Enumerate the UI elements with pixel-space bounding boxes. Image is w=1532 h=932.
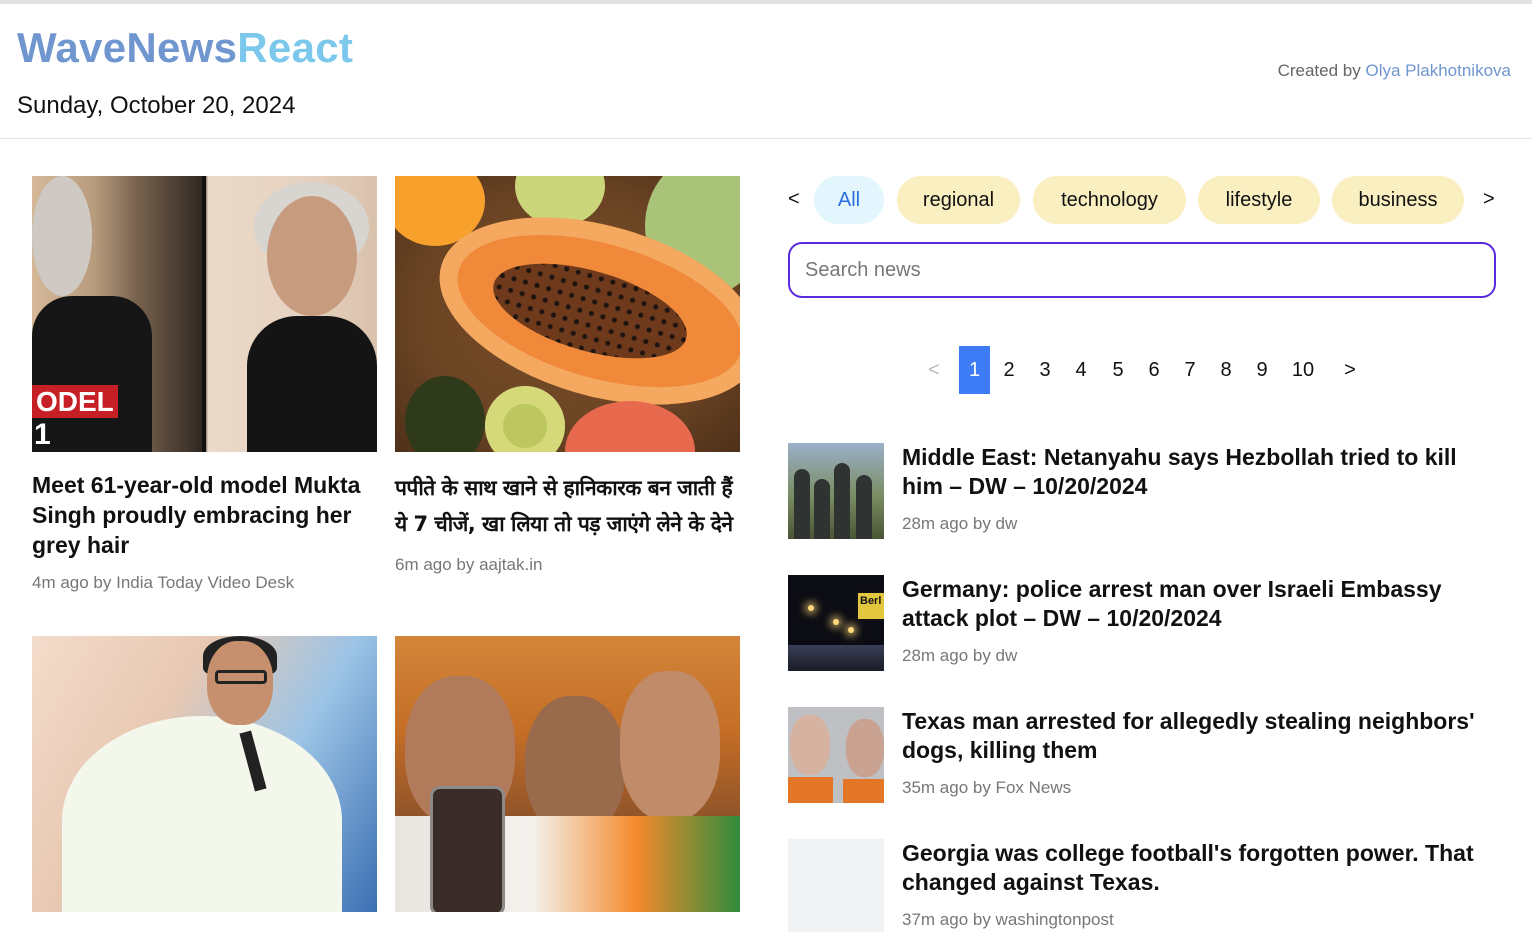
list-thumbnail-placeholder[interactable] — [788, 839, 884, 932]
author-link[interactable]: Olya Plakhotnikova — [1365, 61, 1511, 80]
image-overlay-number: 1 — [34, 418, 51, 451]
page-4[interactable]: 4 — [1069, 346, 1093, 394]
tab-all[interactable]: All — [814, 176, 884, 224]
list-item[interactable]: Georgia was college football's forgotten… — [788, 839, 1498, 932]
site-logo[interactable]: WaveNewsReact — [17, 24, 353, 72]
tab-lifestyle[interactable]: lifestyle — [1198, 176, 1320, 224]
page-1[interactable]: 1 — [959, 346, 990, 394]
tabs-next-arrow[interactable]: > — [1483, 188, 1495, 211]
featured-card[interactable]: पपीते के साथ खाने से हानिकारक बन जाती है… — [395, 176, 740, 575]
author-credit: Created by Olya Plakhotnikova — [1277, 61, 1511, 80]
search-input[interactable] — [788, 242, 1496, 298]
list-item-title[interactable]: Texas man arrested for allegedly stealin… — [902, 707, 1498, 765]
page-6[interactable]: 6 — [1142, 346, 1166, 394]
card-title[interactable]: Meet 61-year-old model Mukta Singh proud… — [32, 470, 377, 560]
page-2[interactable]: 2 — [997, 346, 1021, 394]
list-item-meta: 28m ago by dw — [902, 514, 1018, 533]
list-item[interactable]: Middle East: Netanyahu says Hezbollah tr… — [788, 443, 1498, 543]
list-item-meta: 28m ago by dw — [902, 646, 1018, 665]
list-item[interactable]: Texas man arrested for allegedly stealin… — [788, 707, 1498, 807]
tab-business[interactable]: business — [1332, 176, 1464, 224]
list-item[interactable]: Berl Germany: police arrest man over Isr… — [788, 575, 1498, 675]
tabs-prev-arrow[interactable]: < — [788, 188, 800, 211]
list-item-title[interactable]: Georgia was college football's forgotten… — [902, 839, 1498, 897]
list-item-meta: 35m ago by Fox News — [902, 778, 1072, 797]
card-image[interactable] — [395, 176, 740, 452]
page-10[interactable]: 10 — [1289, 346, 1317, 394]
list-thumbnail[interactable] — [788, 443, 884, 539]
list-item-title[interactable]: Germany: police arrest man over Israeli … — [902, 575, 1498, 633]
card-image[interactable]: ODEL 1 — [32, 176, 377, 452]
page-7[interactable]: 7 — [1178, 346, 1202, 394]
site-header: WaveNewsReact Sunday, October 20, 2024 C… — [0, 4, 1532, 139]
list-item-title[interactable]: Middle East: Netanyahu says Hezbollah tr… — [902, 443, 1498, 501]
list-thumbnail[interactable]: Berl — [788, 575, 884, 671]
page-5[interactable]: 5 — [1106, 346, 1130, 394]
page-3[interactable]: 3 — [1033, 346, 1057, 394]
page-9[interactable]: 9 — [1250, 346, 1274, 394]
featured-card[interactable] — [32, 636, 377, 912]
card-meta: 6m ago by aajtak.in — [395, 555, 543, 574]
page-prev[interactable]: < — [921, 346, 947, 394]
card-image[interactable] — [395, 636, 740, 912]
card-meta: 4m ago by India Today Video Desk — [32, 573, 295, 592]
image-overlay-text: ODEL — [32, 385, 118, 418]
thumbnail-sign-text: Berl — [856, 591, 884, 621]
page-8[interactable]: 8 — [1214, 346, 1238, 394]
card-title[interactable]: पपीते के साथ खाने से हानिकारक बन जाती है… — [395, 470, 740, 542]
card-image[interactable] — [32, 636, 377, 912]
list-thumbnail[interactable] — [788, 707, 884, 803]
tab-technology[interactable]: technology — [1033, 176, 1186, 224]
page-next[interactable]: > — [1337, 346, 1363, 394]
list-item-meta: 37m ago by washingtonpost — [902, 910, 1114, 929]
tab-regional[interactable]: regional — [897, 176, 1020, 224]
category-tabs: < All regional technology lifestyle busi… — [786, 176, 1496, 224]
current-date: Sunday, October 20, 2024 — [17, 92, 296, 119]
featured-card[interactable]: ODEL 1 Meet 61-year-old model Mukta Sing… — [32, 176, 377, 593]
featured-card[interactable] — [395, 636, 740, 912]
